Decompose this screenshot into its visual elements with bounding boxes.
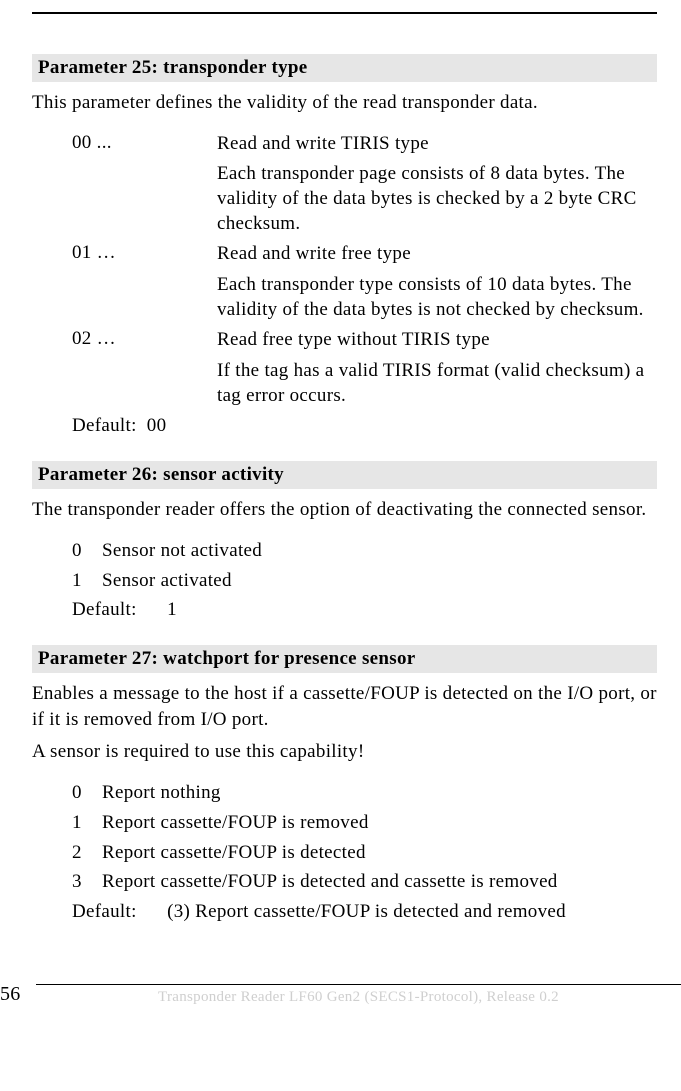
value-row: 1 Report cassette/FOUP is removed xyxy=(72,810,657,836)
def-desc: Read free type without TIRIS type xyxy=(217,328,657,353)
param27-values: 0 Report nothing 1 Report cassette/FOUP … xyxy=(72,780,657,895)
footer-line-wrap: Transponder Reader LF60 Gen2 (SECS1-Prot… xyxy=(36,984,681,1006)
param25-header: Parameter 25: transponder type xyxy=(32,54,657,82)
param27-intro1: Enables a message to the host if a casse… xyxy=(32,681,657,732)
page-footer: 56 Transponder Reader LF60 Gen2 (SECS1-P… xyxy=(0,983,681,1010)
value-label: Report cassette/FOUP is removed xyxy=(102,810,657,836)
default-value: 1 xyxy=(167,599,177,620)
def-code: 00 ... xyxy=(72,132,217,154)
value-row: 3 Report cassette/FOUP is detected and c… xyxy=(72,869,657,895)
param26-header: Parameter 26: sensor activity xyxy=(32,461,657,489)
def-code: 01 … xyxy=(72,242,217,264)
param25-default: Default: 00 xyxy=(72,415,657,437)
def-row: 02 … Read free type without TIRIS type xyxy=(72,328,657,353)
def-desc: Read and write free type xyxy=(217,242,657,267)
value-code: 3 xyxy=(72,869,102,895)
param26-intro: The transponder reader offers the option… xyxy=(32,497,657,523)
param27-header: Parameter 27: watchport for presence sen… xyxy=(32,645,657,673)
footer-text: Transponder Reader LF60 Gen2 (SECS1-Prot… xyxy=(36,989,681,1006)
value-code: 0 xyxy=(72,780,102,806)
value-row: 0 Sensor not activated xyxy=(72,538,657,564)
value-label: Report nothing xyxy=(102,780,657,806)
def-row: 00 ... Read and write TIRIS type xyxy=(72,132,657,157)
param27-intro2: A sensor is required to use this capabil… xyxy=(32,739,657,765)
def-row: 01 … Read and write free type xyxy=(72,242,657,267)
default-label: Default: xyxy=(72,901,162,923)
def-desc: Read and write TIRIS type xyxy=(217,132,657,157)
value-code: 0 xyxy=(72,538,102,564)
document-page: Parameter 25: transponder type This para… xyxy=(0,12,681,923)
param25-intro: This parameter defines the validity of t… xyxy=(32,90,657,116)
def-sub: Each transponder page consists of 8 data… xyxy=(217,162,657,236)
value-row: 1 Sensor activated xyxy=(72,568,657,594)
top-rule xyxy=(32,12,657,14)
param26-default: Default: 1 xyxy=(72,599,657,621)
value-code: 1 xyxy=(72,568,102,594)
value-label: Report cassette/FOUP is detected and cas… xyxy=(102,869,657,895)
value-row: 0 Report nothing xyxy=(72,780,657,806)
value-label: Sensor activated xyxy=(102,568,657,594)
param26-values: 0 Sensor not activated 1 Sensor activate… xyxy=(72,538,657,593)
value-code: 2 xyxy=(72,840,102,866)
param27-default: Default: (3) Report cassette/FOUP is det… xyxy=(72,901,657,923)
value-label: Sensor not activated xyxy=(102,538,657,564)
page-number: 56 xyxy=(0,983,32,1006)
def-sub: If the tag has a valid TIRIS format (val… xyxy=(217,359,657,408)
param25-definitions: 00 ... Read and write TIRIS type Each tr… xyxy=(72,132,657,437)
default-label-text: Default: xyxy=(72,415,137,436)
def-code: 02 … xyxy=(72,328,217,350)
default-value: (3) Report cassette/FOUP is detected and… xyxy=(167,901,566,922)
def-sub: Each transponder type consists of 10 dat… xyxy=(217,273,657,322)
value-code: 1 xyxy=(72,810,102,836)
default-label: Default: xyxy=(72,599,162,621)
default-value-text: 00 xyxy=(147,415,167,436)
default-label: Default: 00 xyxy=(72,415,217,437)
footer-rule xyxy=(36,984,681,985)
value-label: Report cassette/FOUP is detected xyxy=(102,840,657,866)
value-row: 2 Report cassette/FOUP is detected xyxy=(72,840,657,866)
